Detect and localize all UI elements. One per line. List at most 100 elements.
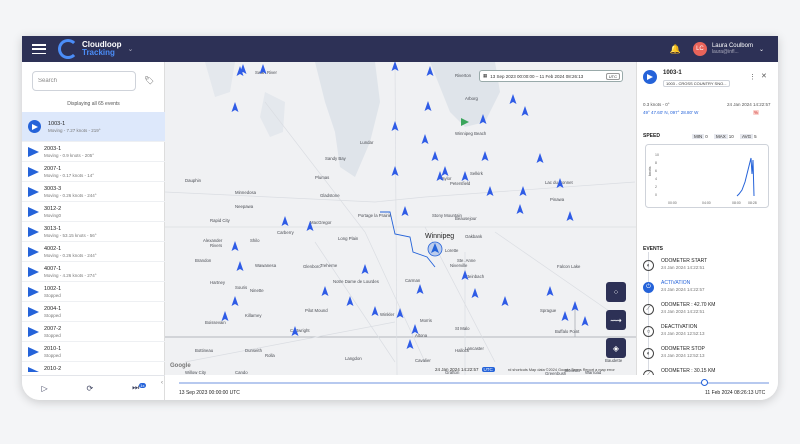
speed-max-label: MAX — [714, 133, 728, 139]
device-marker-icon[interactable] — [231, 296, 239, 306]
map-place-label: Steinbach — [465, 274, 485, 279]
device-marker-icon[interactable] — [441, 166, 449, 176]
device-marker-icon[interactable] — [361, 264, 369, 274]
device-marker-icon[interactable] — [509, 94, 517, 104]
device-marker-icon[interactable] — [231, 241, 239, 251]
device-marker-icon[interactable] — [516, 204, 524, 214]
event-item[interactable]: ◐ ODOMETER STOP 24 Jan 2024 12:52:13 — [643, 346, 775, 368]
list-item[interactable]: 1003-1 Moving - 7.27 knots - 219° — [22, 112, 165, 142]
list-item[interactable]: 4007-1 Moving - 4.26 knots - 274° — [22, 262, 165, 282]
direction-arrow-icon — [28, 286, 39, 297]
device-marker-icon[interactable] — [401, 206, 409, 216]
device-marker-icon[interactable] — [546, 286, 554, 296]
list-item[interactable]: 2007-1 Moving - 0.17 knots - 14° — [22, 162, 165, 182]
event-title: DEACTIVATION — [661, 324, 698, 330]
avatar[interactable]: LC — [692, 42, 707, 56]
map-place-label: Falcon Lake — [557, 264, 581, 269]
list-item[interactable]: 4002-1 Moving - 0.26 knots - 244° — [22, 242, 165, 262]
map-place-label: Pilot Mound — [305, 308, 328, 313]
utc-badge[interactable]: UTC — [605, 72, 620, 80]
road — [394, 62, 398, 375]
map-view[interactable]: Swan River Lundar Riverton Arborg Winnipeg B… — [165, 62, 636, 375]
more-icon[interactable]: ⋮ — [749, 73, 756, 81]
device-status: Moving - 0.26 knots - 244° — [44, 252, 97, 258]
device-marker-icon[interactable] — [501, 296, 509, 306]
list-item[interactable]: 3012-2 Moving0 — [22, 202, 165, 222]
map-place-label: Swan River — [255, 70, 278, 75]
layers-icon[interactable]: ◈ — [606, 338, 626, 358]
event-item[interactable]: ◐ ODOMETER START 24 Jan 2024 14:22:51 — [643, 258, 775, 280]
speed-line: 0.3 knots - 0° — [643, 102, 670, 107]
device-marker-icon[interactable] — [471, 288, 479, 298]
device-marker-icon[interactable] — [431, 151, 439, 161]
device-marker-icon[interactable] — [519, 186, 527, 196]
timeline-handle[interactable] — [701, 379, 709, 386]
device-marker-icon[interactable] — [371, 306, 379, 316]
device-marker-icon[interactable] — [346, 296, 354, 306]
list-item[interactable]: 3003-3 Moving - 0.26 knots - 244° — [22, 182, 165, 202]
device-marker-icon[interactable] — [461, 171, 469, 181]
device-marker-icon[interactable] — [421, 134, 429, 144]
device-marker-icon[interactable] — [416, 284, 424, 294]
device-marker-icon[interactable] — [406, 339, 414, 349]
date-range-picker[interactable]: ▦ 13 Sep 2023 00:00:00 – 11 Feb 2024 08:… — [479, 70, 623, 82]
device-marker-icon[interactable] — [486, 186, 494, 196]
device-marker-icon[interactable] — [391, 121, 399, 131]
timeline-track[interactable] — [179, 382, 769, 384]
direction-arrow-icon — [28, 146, 39, 157]
list-item[interactable]: 2007-2 Stopped — [22, 322, 165, 342]
map-place-label: Killarney — [245, 313, 262, 318]
app-logo[interactable]: Cloudloop Tracking ⌄ — [58, 39, 133, 59]
device-marker-icon[interactable] — [481, 151, 489, 161]
device-marker-icon[interactable] — [521, 106, 529, 116]
device-marker-icon[interactable] — [424, 101, 432, 111]
tag-icon[interactable]: 🏷 — [144, 76, 154, 85]
list-item[interactable]: 2003-1 Moving - 0.9 knots - 205° — [22, 142, 165, 162]
cluster-icon[interactable]: ⁘ — [606, 282, 626, 302]
map-canvas[interactable]: Swan River Lundar Riverton Arborg Winnipeg B… — [165, 62, 636, 375]
chevron-down-icon[interactable]: ⌄ — [759, 46, 764, 53]
event-item[interactable]: ⟋ODOMETER : 30.15 KM24 Jan 2024 12:52:13 — [643, 368, 775, 375]
list-item[interactable]: 2010-2Stopped — [22, 362, 165, 372]
device-marker-icon[interactable] — [321, 286, 329, 296]
skip-icon[interactable]: ⏭1x — [132, 383, 146, 393]
user-menu[interactable]: Laura Coulbom laura@infl... — [712, 43, 753, 55]
device-marker-icon[interactable] — [281, 216, 289, 226]
event-item[interactable]: ○ DEACTIVATION 24 Jan 2024 12:52:13 — [643, 324, 775, 346]
list-item[interactable]: 1002-1 Stopped — [22, 282, 165, 302]
device-marker-icon[interactable] — [566, 211, 574, 221]
bell-icon[interactable]: 🔔 — [670, 44, 681, 55]
chevron-down-icon[interactable]: ⌄ — [128, 45, 134, 53]
chevron-left-icon[interactable]: ‹ — [161, 380, 163, 386]
close-icon[interactable]: ✕ — [761, 72, 767, 80]
map-place-label: Bottineau — [195, 348, 214, 353]
map-attribution[interactable]: rd shortcuts Map data ©2024 Google Terms… — [508, 368, 615, 372]
list-item[interactable]: 2010-1 Stopped — [22, 342, 165, 362]
map-place-label: Winnipeg — [425, 233, 454, 240]
direction-arrow-icon — [28, 226, 39, 237]
event-item[interactable]: ⟋ ODOMETER : 42.70 KM 24 Jan 2024 14:22:51 — [643, 302, 775, 324]
coordinates[interactable]: 49° 47.60' N, 097° 28.80' W — [643, 110, 698, 115]
device-status: Moving - 0.17 knots - 14° — [44, 172, 95, 178]
search-input[interactable] — [32, 71, 136, 91]
list-item[interactable]: 3013-1 Moving - 53.15 knots - 56° — [22, 222, 165, 242]
direction-arrow-icon — [28, 166, 39, 177]
device-marker-icon[interactable] — [561, 311, 569, 321]
device-marker-icon[interactable] — [231, 102, 239, 112]
device-marker-icon[interactable] — [391, 166, 399, 176]
device-marker-icon[interactable] — [236, 261, 244, 271]
list-item[interactable]: 2004-1 Stopped — [22, 302, 165, 322]
menu-icon[interactable] — [32, 44, 46, 54]
device-marker-icon[interactable] — [581, 316, 589, 326]
route-icon[interactable]: ⟿ — [606, 310, 626, 330]
device-subtitle[interactable]: 1003 - CROSS COUNTRY SNO... — [663, 80, 730, 87]
map-time-text: 24 Jan 2024 14:22:57 — [435, 367, 479, 372]
refresh-icon[interactable]: ⟳ — [86, 384, 93, 393]
event-item[interactable]: ⏻ ACTIVATION 24 Jan 2024 14:22:57 — [643, 280, 775, 302]
play-icon[interactable]: ▷ — [41, 384, 47, 393]
device-marker-icon[interactable] — [536, 153, 544, 163]
device-detail-panel: 1003-1 1003 - CROSS COUNTRY SNO... ⋮ ✕ 0… — [636, 62, 778, 375]
device-name: 4007-1 — [44, 265, 62, 272]
speed-avg-value: 5 — [754, 133, 757, 139]
utc-badge[interactable]: UTC — [481, 367, 495, 372]
